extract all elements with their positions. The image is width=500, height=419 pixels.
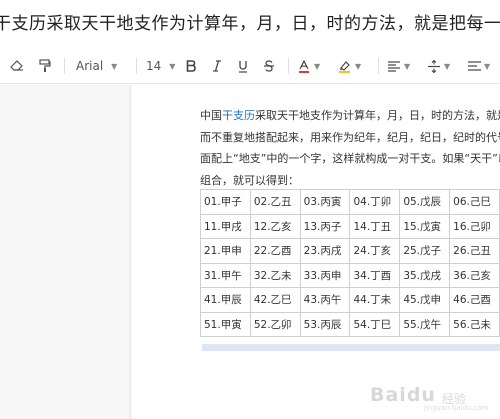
watermark-url: jingyan.baidu.com (424, 404, 489, 412)
table-cell[interactable]: 46.己酉 (449, 287, 500, 313)
table-row: 51.甲寅 52.乙卯 53.丙辰 54.丁巳 55.戊午 56.己未 (200, 311, 500, 337)
font-family-select[interactable]: Arial ▼ (76, 48, 132, 84)
baidu-jingyan-watermark: Baidu 经验 jingyan.baidu.com (370, 382, 496, 412)
table-row: 21.甲申 22.乙酉 23.丙戌 24.丁亥 25.戊子 26.己丑 (200, 238, 500, 264)
format-painter-icon[interactable] (34, 48, 56, 84)
font-family-value: Arial (76, 59, 104, 73)
table-cell[interactable]: 41.甲辰 (200, 287, 251, 313)
table-cell[interactable]: 06.己巳 (449, 189, 500, 215)
paragraph-line-1: 中国干支历采取天干地支作为计算年，月，日，时的方法，就是把 (200, 105, 500, 127)
table-cell[interactable]: 54.丁巳 (349, 311, 401, 337)
table-row: 31.甲午 32.乙未 33.丙申 34.丁酉 35.戊戌 36.己亥 (200, 262, 500, 288)
table-cell[interactable]: 56.己未 (449, 311, 500, 337)
list-button[interactable]: ▼ (468, 48, 496, 84)
paragraph-line-4: 组合，就可以得到： (200, 173, 299, 187)
font-color-button[interactable]: ▼ (298, 48, 326, 84)
highlight-button[interactable]: ▼ (338, 48, 366, 84)
chevron-down-icon: ▼ (169, 61, 176, 71)
document-paragraph[interactable]: 中国干支历采取天干地支作为计算年，月，日，时的方法，就是把 而不重复地搭配起来，… (200, 105, 500, 191)
table-cell[interactable]: 26.己丑 (449, 238, 500, 264)
table-cell[interactable]: 52.乙卯 (249, 311, 301, 337)
table-cell[interactable]: 32.乙未 (249, 262, 301, 288)
table-cell[interactable]: 45.戊申 (399, 287, 451, 313)
table-cell[interactable]: 53.丙辰 (299, 311, 351, 337)
table-cell[interactable]: 14.丁丑 (349, 213, 401, 239)
table-cell[interactable]: 12.乙亥 (249, 213, 301, 239)
table-cell[interactable]: 03.丙寅 (299, 189, 351, 215)
table-cell[interactable]: 33.丙申 (299, 262, 351, 288)
line-spacing-button[interactable]: ▼ (428, 48, 456, 84)
eraser-icon[interactable] (6, 48, 28, 84)
table-cell[interactable]: 02.乙丑 (249, 189, 301, 215)
paragraph-line-2: 而不重复地搭配起来，用来作为纪年，纪月，纪日，纪时的代号 (200, 130, 500, 144)
table-cell[interactable]: 04.丁卯 (349, 189, 401, 215)
title-bar: 干支历采取天干地支作为计算年，月，日，时的方法，就是把每一个天干和地支 (0, 0, 500, 44)
table-cell[interactable]: 34.丁酉 (349, 262, 401, 288)
toolbar-divider (288, 58, 289, 74)
chevron-down-icon: ▼ (314, 61, 321, 71)
ganzhi-table: 01.甲子 02.乙丑 03.丙寅 04.丁卯 05.戊辰 06.己巳 11.甲… (200, 189, 500, 337)
document-page[interactable]: 中国干支历采取天干地支作为计算年，月，日，时的方法，就是把 而不重复地搭配起来，… (132, 85, 500, 419)
paragraph-text: 中国 (200, 109, 222, 122)
bold-button[interactable] (180, 48, 202, 84)
chevron-down-icon: ▼ (355, 61, 362, 71)
table-cell[interactable]: 15.戊寅 (399, 213, 451, 239)
table-row: 41.甲辰 42.乙巳 43.丙午 44.丁未 45.戊申 46.己酉 (200, 287, 500, 313)
paragraph-line-3: 面配上“地支”中的一个字，这样就构成一对干支。如果“天干”以 (200, 152, 500, 165)
toolbar-divider (378, 58, 379, 74)
paragraph-text: 采取天干地支作为计算年，月，日，时的方法，就是把 (255, 109, 500, 122)
chevron-down-icon: ▼ (444, 61, 451, 71)
left-margin-pane (0, 85, 130, 419)
strikethrough-button[interactable] (258, 48, 280, 84)
table-cell[interactable]: 51.甲寅 (200, 311, 251, 337)
table-cell[interactable]: 21.甲申 (200, 238, 251, 264)
table-cell[interactable]: 11.甲戌 (200, 213, 251, 239)
underline-button[interactable] (232, 48, 254, 84)
table-cell[interactable]: 44.丁未 (349, 287, 401, 313)
watermark-brand: Baidu (370, 384, 436, 406)
table-scrollbar[interactable] (202, 344, 500, 351)
font-size-value: 14 (146, 59, 162, 73)
table-cell[interactable]: 22.乙酉 (249, 238, 301, 264)
ganzhi-link[interactable]: 干支历 (222, 109, 255, 122)
table-cell[interactable]: 24.丁亥 (349, 238, 401, 264)
table-cell[interactable]: 31.甲午 (200, 262, 251, 288)
page-content: 中国干支历采取天干地支作为计算年，月，日，时的方法，就是把 而不重复地搭配起来，… (132, 85, 500, 419)
italic-button[interactable] (206, 48, 228, 84)
table-cell[interactable]: 25.戊子 (399, 238, 451, 264)
table-cell[interactable]: 35.戊戌 (399, 262, 451, 288)
table-row: 11.甲戌 12.乙亥 13.丙子 14.丁丑 15.戊寅 16.己卯 (200, 213, 500, 239)
table-cell[interactable]: 42.乙巳 (249, 287, 301, 313)
chevron-down-icon: ▼ (111, 61, 118, 71)
table-cell[interactable]: 05.戊辰 (399, 189, 451, 215)
align-button[interactable]: ▼ (388, 48, 416, 84)
font-size-select[interactable]: 14 ▼ (146, 48, 178, 84)
table-cell[interactable]: 23.丙戌 (299, 238, 351, 264)
table-cell[interactable]: 55.戊午 (399, 311, 451, 337)
table-cell[interactable]: 43.丙午 (299, 287, 351, 313)
toolbar-divider (136, 58, 137, 74)
chevron-down-icon: ▼ (484, 61, 491, 71)
table-row: 01.甲子 02.乙丑 03.丙寅 04.丁卯 05.戊辰 06.己巳 (200, 189, 500, 215)
table-cell[interactable]: 13.丙子 (299, 213, 351, 239)
table-cell[interactable]: 01.甲子 (200, 189, 251, 215)
chevron-down-icon: ▼ (404, 61, 411, 71)
table-cell[interactable]: 16.己卯 (449, 213, 500, 239)
document-title: 干支历采取天干地支作为计算年，月，日，时的方法，就是把每一个天干和地支 (0, 14, 500, 34)
toolbar-divider (64, 58, 65, 74)
table-cell[interactable]: 36.己亥 (449, 262, 500, 288)
formatting-toolbar: Arial ▼ 14 ▼ ▼ ▼ ▼ ▼ ▼ (0, 48, 500, 84)
editor-canvas: 中国干支历采取天干地支作为计算年，月，日，时的方法，就是把 而不重复地搭配起来，… (0, 85, 500, 419)
